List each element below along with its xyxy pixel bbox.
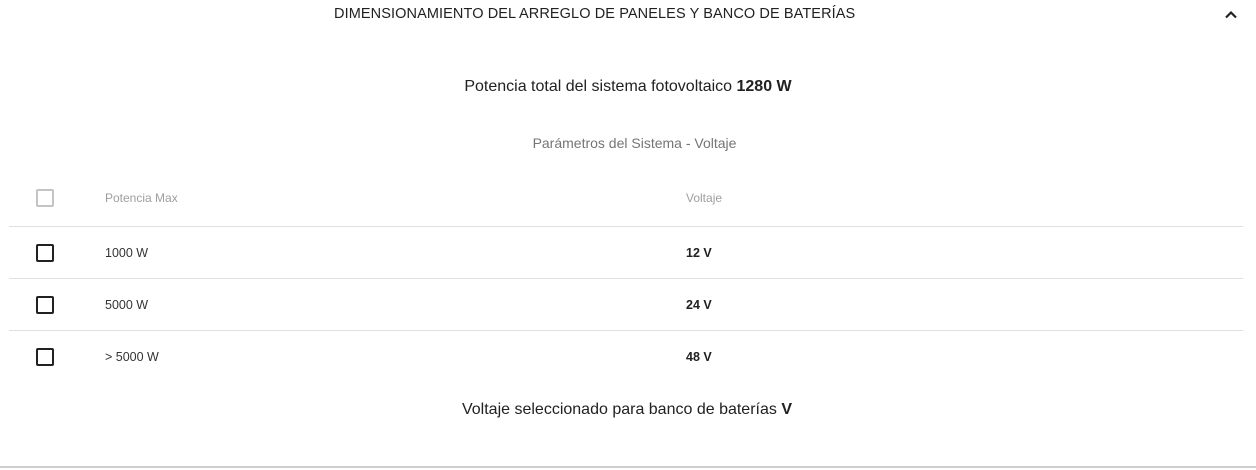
power-cell: 5000 W [105,297,149,312]
row-checkbox[interactable] [36,243,54,262]
selected-voltage-label: Voltaje seleccionado para banco de bater… [461,401,777,418]
power-cell: 1000 W [105,245,149,260]
row-checkbox[interactable] [36,347,54,366]
total-power-value: 1280 W [736,78,792,95]
row-checkbox[interactable] [36,295,54,314]
table-row[interactable]: 5000 W 24 V [9,279,1243,331]
table-row[interactable]: 1000 W 12 V [9,227,1243,279]
voltage-cell: 12 V [686,245,712,260]
voltage-table: Potencia Max Voltaje 1000 W 12 V 5000 W … [9,170,1243,382]
total-power-label: Potencia total del sistema fotovoltaico [464,78,733,95]
table-header-row: Potencia Max Voltaje [9,170,1243,227]
header-voltage: Voltaje [686,191,723,205]
selected-voltage-value: V [781,401,792,418]
header-power: Potencia Max [105,191,178,205]
table-caption: Parámetros del Sistema - Voltaje [532,135,737,151]
table-row[interactable]: > 5000 W 48 V [9,331,1243,382]
panel-bottom-divider [0,466,1256,468]
select-all-checkbox[interactable] [36,189,54,207]
chevron-up-icon[interactable] [1222,6,1240,24]
panel-header[interactable]: DIMENSIONAMIENTO DEL ARREGLO DE PANELES … [0,0,1256,30]
total-power-line: Potencia total del sistema fotovoltaico … [0,78,1256,96]
power-cell: > 5000 W [105,349,159,364]
selected-voltage-line: Voltaje seleccionado para banco de bater… [0,401,1254,419]
expansion-panel: DIMENSIONAMIENTO DEL ARREGLO DE PANELES … [0,0,1256,470]
voltage-cell: 48 V [686,349,712,364]
voltage-cell: 24 V [686,297,712,312]
panel-title: DIMENSIONAMIENTO DEL ARREGLO DE PANELES … [334,6,856,22]
